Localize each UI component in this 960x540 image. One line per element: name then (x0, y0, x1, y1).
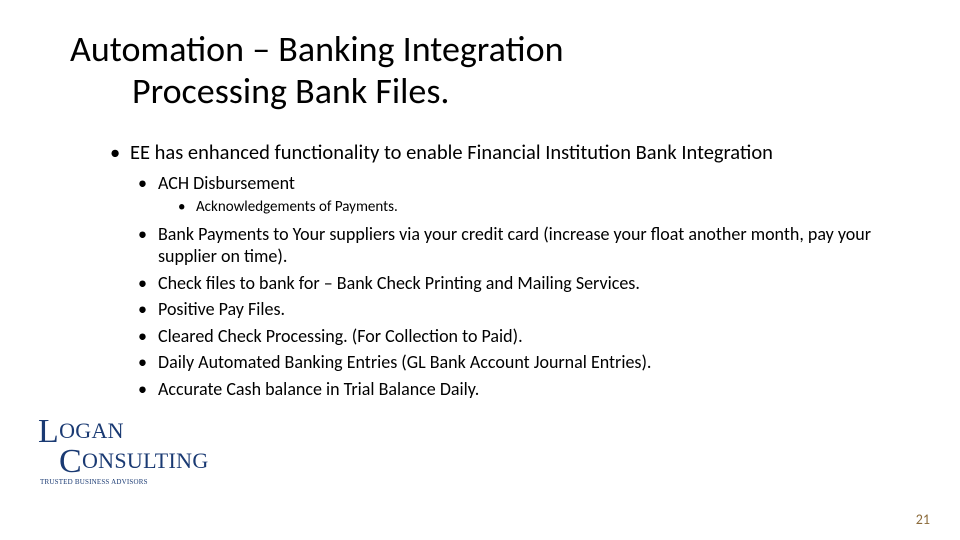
slide-body: EE has enhanced functionality to enable … (108, 140, 928, 404)
page-number: 21 (916, 511, 930, 528)
bullet-level2: Bank Payments to Your suppliers via your… (136, 223, 928, 268)
bullet-level2: Check files to bank for – Bank Check Pri… (136, 272, 928, 295)
logo-word1-rest: OGAN (59, 418, 124, 443)
slide-title: Automation – Banking Integration Process… (70, 28, 564, 113)
logo-text: LOGAN CONSULTING (38, 412, 208, 475)
bullet-level2: Accurate Cash balance in Trial Balance D… (136, 378, 928, 401)
slide: Automation – Banking Integration Process… (0, 0, 960, 540)
logo-word2-rest: ONSULTING (82, 448, 209, 473)
bullet-level2: ACH Disbursement (136, 172, 928, 195)
company-logo: LOGAN CONSULTING TRUSTED BUSINESS ADVISO… (38, 412, 208, 482)
bullet-level1: EE has enhanced functionality to enable … (108, 140, 928, 166)
bullet-level2: Positive Pay Files. (136, 298, 928, 321)
title-line-2: Processing Bank Files. (132, 70, 564, 112)
bullet-level2: Daily Automated Banking Entries (GL Bank… (136, 351, 928, 374)
title-line-1: Automation – Banking Integration (70, 28, 564, 70)
bullet-level2: Cleared Check Processing. (For Collectio… (136, 325, 928, 348)
bullet-level3: Acknowledgements of Payments. (176, 198, 928, 217)
